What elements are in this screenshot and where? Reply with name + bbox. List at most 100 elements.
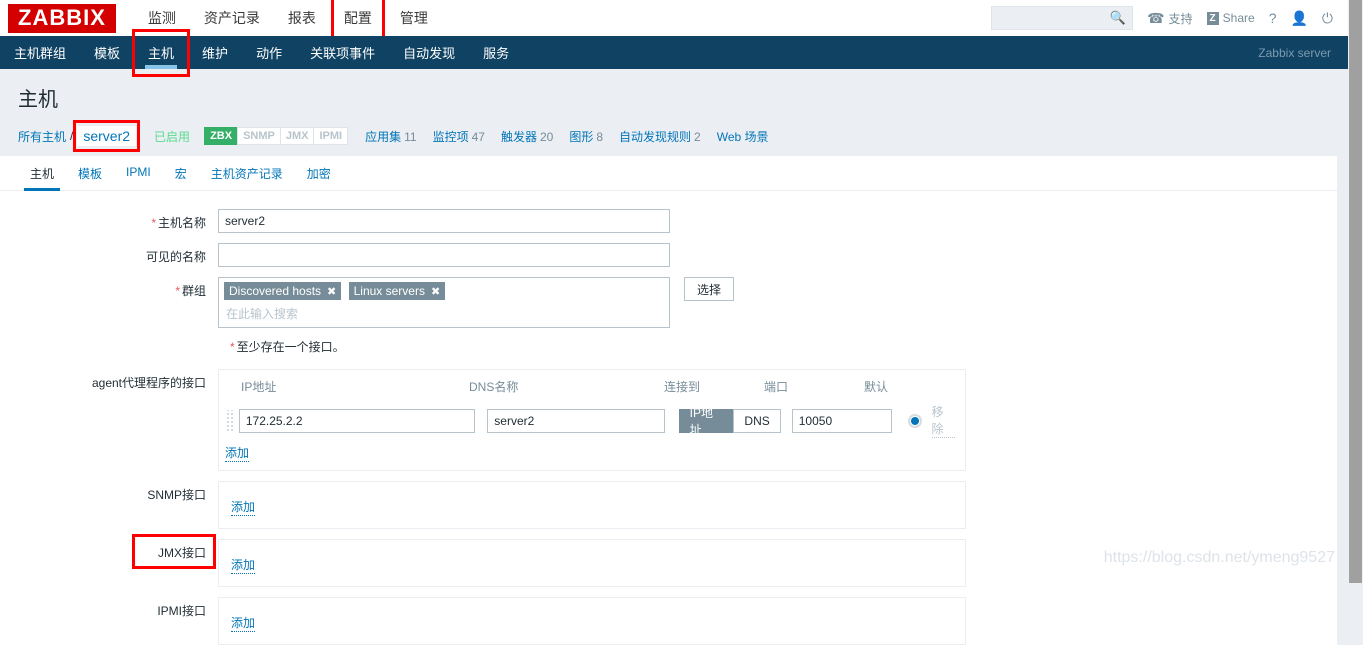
required-marker: *	[151, 216, 156, 230]
search-icon[interactable]: 🔍	[1110, 10, 1126, 26]
sidebar-item-maintenance[interactable]: 维护	[188, 36, 242, 69]
jmx-interface-label: JMX接口	[0, 534, 218, 569]
groups-label: * 群组	[0, 277, 218, 299]
groups-label-text: 群组	[181, 284, 206, 298]
close-icon[interactable]: ✖	[431, 285, 440, 298]
agent-ip-input[interactable]	[238, 408, 476, 433]
add-ipmi-interface-link[interactable]: 添加	[231, 614, 256, 632]
groups-search-placeholder[interactable]: 在此输入搜索	[224, 303, 664, 325]
jmx-interface-box: 添加	[218, 539, 966, 587]
power-icon: ⏻	[1321, 9, 1333, 26]
field-host-name: * 主机名称	[0, 209, 1337, 233]
zabbix-share-icon: Z	[1206, 11, 1219, 25]
question-mark-icon: ?	[1268, 10, 1277, 26]
search-input[interactable]	[998, 10, 1110, 26]
badge-jmx: JMX	[279, 127, 315, 145]
zabbix-logo[interactable]: ZABBIX	[8, 3, 116, 33]
global-search[interactable]: 🔍	[991, 6, 1134, 30]
link-applications-count: 11	[404, 129, 417, 144]
tab-macros[interactable]: 宏	[163, 156, 199, 190]
select-groups-button[interactable]: 选择	[684, 277, 735, 301]
required-marker-note: *	[230, 340, 235, 354]
column-port: 端口	[764, 380, 789, 394]
field-visible-name: 可见的名称	[0, 243, 1337, 267]
sign-out-link[interactable]: ⏻	[1322, 10, 1333, 27]
support-link[interactable]: ☎ 支持	[1147, 10, 1192, 27]
groups-multiselect[interactable]: Discovered hosts ✖ Linux servers ✖ 在此输入搜…	[218, 277, 670, 328]
link-triggers-count: 20	[539, 129, 554, 144]
column-ip: IP地址	[241, 380, 277, 394]
breadcrumb: 所有主机 / server2 已启用 ZBX SNMP JMX IPMI 应用集…	[0, 120, 1363, 156]
link-web-scenarios[interactable]: Web 场景	[717, 128, 769, 145]
required-marker-groups: *	[175, 284, 180, 298]
page-scrollbar-thumb[interactable]	[1349, 0, 1362, 583]
agent-interface-header: IP地址 DNS名称 连接到 端口 默认	[225, 378, 955, 403]
link-discovery-rules-count: 2	[694, 129, 701, 144]
user-profile-link[interactable]: 👤	[1290, 10, 1307, 27]
drag-handle-icon[interactable]	[225, 409, 235, 432]
field-snmp-interface: SNMP接口 添加	[0, 481, 1337, 529]
link-graphs-count: 8	[596, 129, 604, 144]
add-agent-interface-link[interactable]: 添加	[225, 444, 250, 462]
tab-templates[interactable]: 模板	[66, 156, 114, 190]
main-menu-item-monitoring[interactable]: 监测	[134, 2, 190, 34]
link-discovery-rules[interactable]: 自动发现规则 2	[619, 128, 701, 145]
sidebar-item-templates[interactable]: 模板	[80, 36, 134, 69]
group-chip[interactable]: Discovered hosts ✖	[224, 282, 342, 300]
help-link[interactable]: ?	[1269, 10, 1277, 26]
remove-interface-link[interactable]: 移除	[931, 403, 956, 438]
host-name-input[interactable]	[218, 209, 670, 233]
sub-navigation: 主机群组 模板 主机 维护 动作 关联项事件 自动发现 服务 Zabbix se…	[0, 29, 1363, 77]
headset-icon: ☎	[1147, 9, 1165, 26]
interface-note-row: * 至少存在一个接口。	[0, 338, 1337, 355]
agent-interface-box: IP地址 DNS名称 连接到 端口 默认 IP地址 DNS	[218, 369, 966, 471]
share-link[interactable]: Z Share	[1206, 11, 1255, 25]
field-jmx-interface: JMX接口 添加	[0, 534, 1337, 587]
breadcrumb-current-host[interactable]: server2	[73, 120, 140, 152]
group-chip[interactable]: Linux servers ✖	[348, 282, 446, 300]
column-connect-to: 连接到	[664, 380, 701, 394]
host-config-panel: 主机 模板 IPMI 宏 主机资产记录 加密 *主机名称 可见的名称 *群组 D	[0, 156, 1337, 645]
snmp-interface-label: SNMP接口	[147, 488, 206, 502]
link-applications[interactable]: 应用集 11	[365, 128, 416, 145]
main-menu-item-administration[interactable]: 管理	[386, 2, 442, 34]
support-label: 支持	[1168, 11, 1193, 26]
link-discovery-rules-label: 自动发现规则	[619, 129, 692, 144]
tab-encryption[interactable]: 加密	[295, 156, 343, 190]
main-menu-item-reports[interactable]: 报表	[274, 2, 330, 34]
sidebar-item-hosts[interactable]: 主机	[132, 29, 191, 77]
tab-host-inventory[interactable]: 主机资产记录	[199, 156, 295, 190]
close-icon[interactable]: ✖	[327, 285, 336, 298]
host-name-label: * 主机名称	[0, 209, 218, 231]
top-header: ZABBIX 监测 资产记录 报表 配置 管理 🔍 ☎ 支持 Z Share ?…	[0, 0, 1363, 45]
link-items[interactable]: 监控项 47	[433, 128, 485, 145]
main-menu-item-configuration[interactable]: 配置	[330, 0, 386, 45]
link-graphs[interactable]: 图形 8	[569, 128, 603, 145]
link-triggers[interactable]: 触发器 20	[501, 128, 553, 145]
sidebar-item-host-groups[interactable]: 主机群组	[0, 36, 80, 69]
default-interface-radio[interactable]	[907, 413, 922, 428]
breadcrumb-all-hosts[interactable]: 所有主机	[18, 128, 66, 145]
tab-ipmi[interactable]: IPMI	[114, 156, 163, 190]
link-applications-label: 应用集	[365, 129, 402, 144]
link-items-count: 47	[471, 129, 485, 144]
sidebar-item-discovery[interactable]: 自动发现	[389, 36, 469, 69]
agent-dns-input[interactable]	[487, 408, 665, 433]
interface-note: * 至少存在一个接口。	[230, 338, 345, 355]
page-scrollbar[interactable]	[1348, 0, 1363, 583]
agent-port-input[interactable]	[791, 408, 892, 433]
connect-to-dns-button[interactable]: DNS	[733, 408, 781, 433]
add-jmx-interface-link[interactable]: 添加	[231, 556, 256, 574]
visible-name-label: 可见的名称	[145, 250, 206, 264]
host-status-badge[interactable]: 已启用	[154, 128, 190, 145]
tab-host[interactable]: 主机	[18, 156, 66, 191]
column-default: 默认	[864, 380, 889, 394]
sidebar-item-services[interactable]: 服务	[469, 36, 523, 69]
visible-name-input[interactable]	[218, 243, 670, 267]
connect-to-ip-button[interactable]: IP地址	[678, 406, 735, 437]
sidebar-item-actions[interactable]: 动作	[242, 36, 296, 69]
add-snmp-interface-link[interactable]: 添加	[231, 498, 256, 516]
tab-bar: 主机 模板 IPMI 宏 主机资产记录 加密	[0, 156, 1337, 191]
main-menu-item-inventory[interactable]: 资产记录	[190, 2, 274, 34]
sidebar-item-correlation[interactable]: 关联项事件	[296, 36, 389, 69]
